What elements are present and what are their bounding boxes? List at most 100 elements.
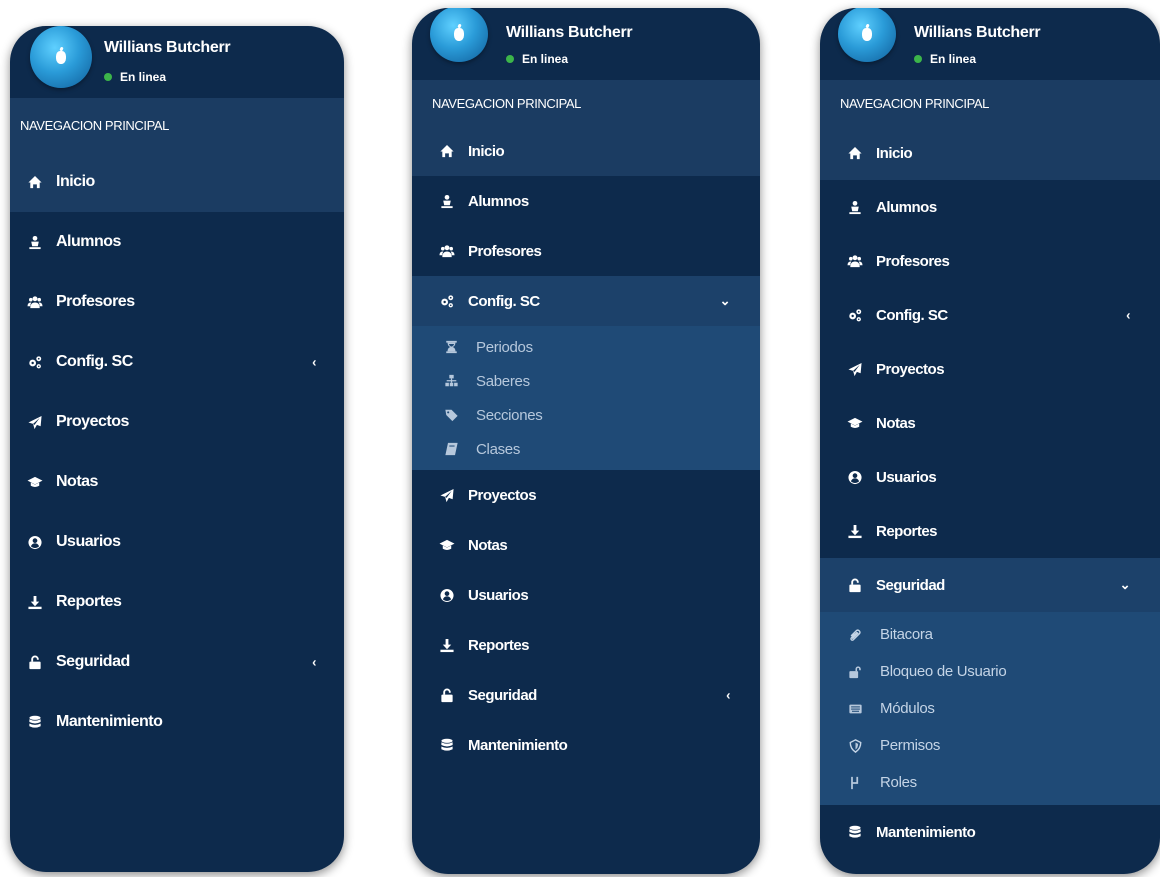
sidebar-item-reportes[interactable]: Reportes [820, 504, 1160, 558]
sidebar-item-label: Proyectos [56, 413, 129, 430]
shield-icon [846, 738, 864, 754]
sidebar-item-inicio[interactable]: Inicio [10, 152, 344, 212]
unlock-icon [438, 687, 456, 703]
user-name: Willians Butcherr [914, 24, 1041, 41]
sidebar-item-alumnos[interactable]: Alumnos [820, 180, 1160, 234]
sidebar-item-alumnos[interactable]: Alumnos [10, 212, 344, 272]
sidebar-item-label: Reportes [56, 593, 122, 610]
user-status: En linea [506, 52, 568, 66]
sidebar-item-label: Reportes [876, 522, 938, 540]
submenu-item-label: Bloqueo de Usuario [880, 663, 1007, 680]
chevron-left-icon[interactable]: ‹ [312, 655, 316, 670]
sidebar-item-proyectos[interactable]: Proyectos [10, 392, 344, 452]
submenu-item-modulos[interactable]: Módulos [820, 690, 1160, 727]
apple-icon [454, 27, 464, 41]
sidebar-item-alumnos[interactable]: Alumnos [412, 176, 760, 226]
sidebar-panel-3: Willians Butcherr En linea NAVEGACION PRIN… [820, 8, 1160, 874]
user-panel: Willians Butcherr En linea [412, 8, 760, 80]
sidebar-item-label: Seguridad [468, 686, 537, 704]
sidebar-item-proyectos[interactable]: Proyectos [412, 470, 760, 520]
hourglass-icon [442, 339, 460, 355]
sidebar-item-mantenimiento[interactable]: Mantenimiento [10, 692, 344, 752]
sidebar-item-profesores[interactable]: Profesores [820, 234, 1160, 288]
sidebar-item-reportes[interactable]: Reportes [10, 572, 344, 632]
sidebar-item-label: Inicio [468, 142, 505, 160]
user-status: En linea [104, 70, 166, 84]
sidebar-item-profesores[interactable]: Profesores [10, 272, 344, 332]
user-circle-icon [846, 469, 864, 485]
sidebar-item-config-sc[interactable]: Config. SC ‹ [820, 288, 1160, 342]
user-avatar[interactable] [838, 8, 896, 62]
database-icon [846, 824, 864, 840]
status-dot-icon [104, 73, 112, 81]
sidebar-item-seguridad[interactable]: Seguridad ⌄ [820, 558, 1160, 612]
sidebar-item-label: Alumnos [876, 198, 937, 216]
sidebar-item-label: Notas [468, 536, 508, 554]
sidebar-item-label: Profesores [468, 242, 542, 260]
user-panel: Willians Butcherr En linea [820, 8, 1160, 80]
sidebar-item-usuarios[interactable]: Usuarios [412, 570, 760, 620]
sidebar-item-config-sc[interactable]: Config. SC ‹ [10, 332, 344, 392]
submenu-item-periodos[interactable]: Periodos [412, 330, 760, 364]
unlock-alt-icon [846, 664, 864, 680]
sidebar-item-mantenimiento[interactable]: Mantenimiento [412, 720, 760, 770]
download-icon [846, 523, 864, 539]
sidebar-item-proyectos[interactable]: Proyectos [820, 342, 1160, 396]
sidebar-item-config-sc[interactable]: Config. SC ⌄ [412, 276, 760, 326]
submenu-item-label: Periodos [476, 338, 533, 356]
sidebar-item-usuarios[interactable]: Usuarios [10, 512, 344, 572]
submenu-item-bloqueo-de-usuario[interactable]: Bloqueo de Usuario [820, 653, 1160, 690]
sidebar-item-reportes[interactable]: Reportes [412, 620, 760, 670]
chevron-left-icon[interactable]: ‹ [312, 355, 316, 370]
sidebar-item-notas[interactable]: Notas [412, 520, 760, 570]
user-avatar[interactable] [430, 8, 488, 62]
nav-section-header: NAVEGACION PRINCIPAL [412, 80, 760, 126]
submenu-item-label: Roles [880, 774, 917, 791]
submenu-item-roles[interactable]: Roles [820, 764, 1160, 801]
chevron-down-icon[interactable]: ⌄ [1120, 577, 1131, 593]
home-icon [438, 143, 456, 159]
submenu-item-secciones[interactable]: Secciones [412, 398, 760, 432]
users-icon [26, 294, 44, 310]
user-panel: Willians Butcherr En linea [10, 26, 344, 98]
roles-icon [846, 775, 864, 791]
sidebar-item-inicio[interactable]: Inicio [820, 126, 1160, 180]
submenu-item-clases[interactable]: Clases [412, 432, 760, 466]
sidebar-panel-2: Willians Butcherr En linea NAVEGACION PRIN… [412, 8, 760, 874]
chevron-down-icon[interactable]: ⌄ [720, 293, 731, 309]
sidebar-item-label: Seguridad [56, 653, 130, 670]
sidebar-item-profesores[interactable]: Profesores [412, 226, 760, 276]
submenu-item-saberes[interactable]: Saberes [412, 364, 760, 398]
cogs-icon [438, 293, 456, 309]
apple-icon [862, 27, 872, 41]
sidebar-item-label: Alumnos [56, 233, 121, 250]
submenu-item-bitacora[interactable]: Bitacora [820, 616, 1160, 653]
status-dot-icon [914, 55, 922, 63]
submenu-item-label: Saberes [476, 372, 530, 390]
sidebar-item-label: Inicio [876, 144, 913, 162]
sidebar-item-usuarios[interactable]: Usuarios [820, 450, 1160, 504]
sidebar-item-label: Proyectos [468, 486, 537, 504]
sidebar-item-seguridad[interactable]: Seguridad ‹ [10, 632, 344, 692]
submenu-item-permisos[interactable]: Permisos [820, 727, 1160, 764]
user-avatar[interactable] [30, 26, 92, 88]
sidebar-item-seguridad[interactable]: Seguridad ‹ [412, 670, 760, 720]
sidebar-item-label: Reportes [468, 636, 530, 654]
submenu-item-label: Módulos [880, 700, 935, 717]
user-circle-icon [26, 534, 44, 550]
student-icon [26, 234, 44, 250]
chevron-left-icon[interactable]: ‹ [726, 688, 730, 703]
cogs-icon [846, 307, 864, 323]
sidebar-item-inicio[interactable]: Inicio [412, 126, 760, 176]
sidebar-item-notas[interactable]: Notas [820, 396, 1160, 450]
sidebar-item-notas[interactable]: Notas [10, 452, 344, 512]
sidebar-item-label: Alumnos [468, 192, 529, 210]
sidebar-item-mantenimiento[interactable]: Mantenimiento [820, 805, 1160, 859]
unlock-icon [846, 577, 864, 593]
status-dot-icon [506, 55, 514, 63]
user-circle-icon [438, 587, 456, 603]
sidebar-item-label: Notas [56, 473, 98, 490]
chevron-left-icon[interactable]: ‹ [1126, 308, 1130, 323]
paperclip-icon [846, 627, 864, 643]
user-status-label: En linea [522, 52, 569, 66]
